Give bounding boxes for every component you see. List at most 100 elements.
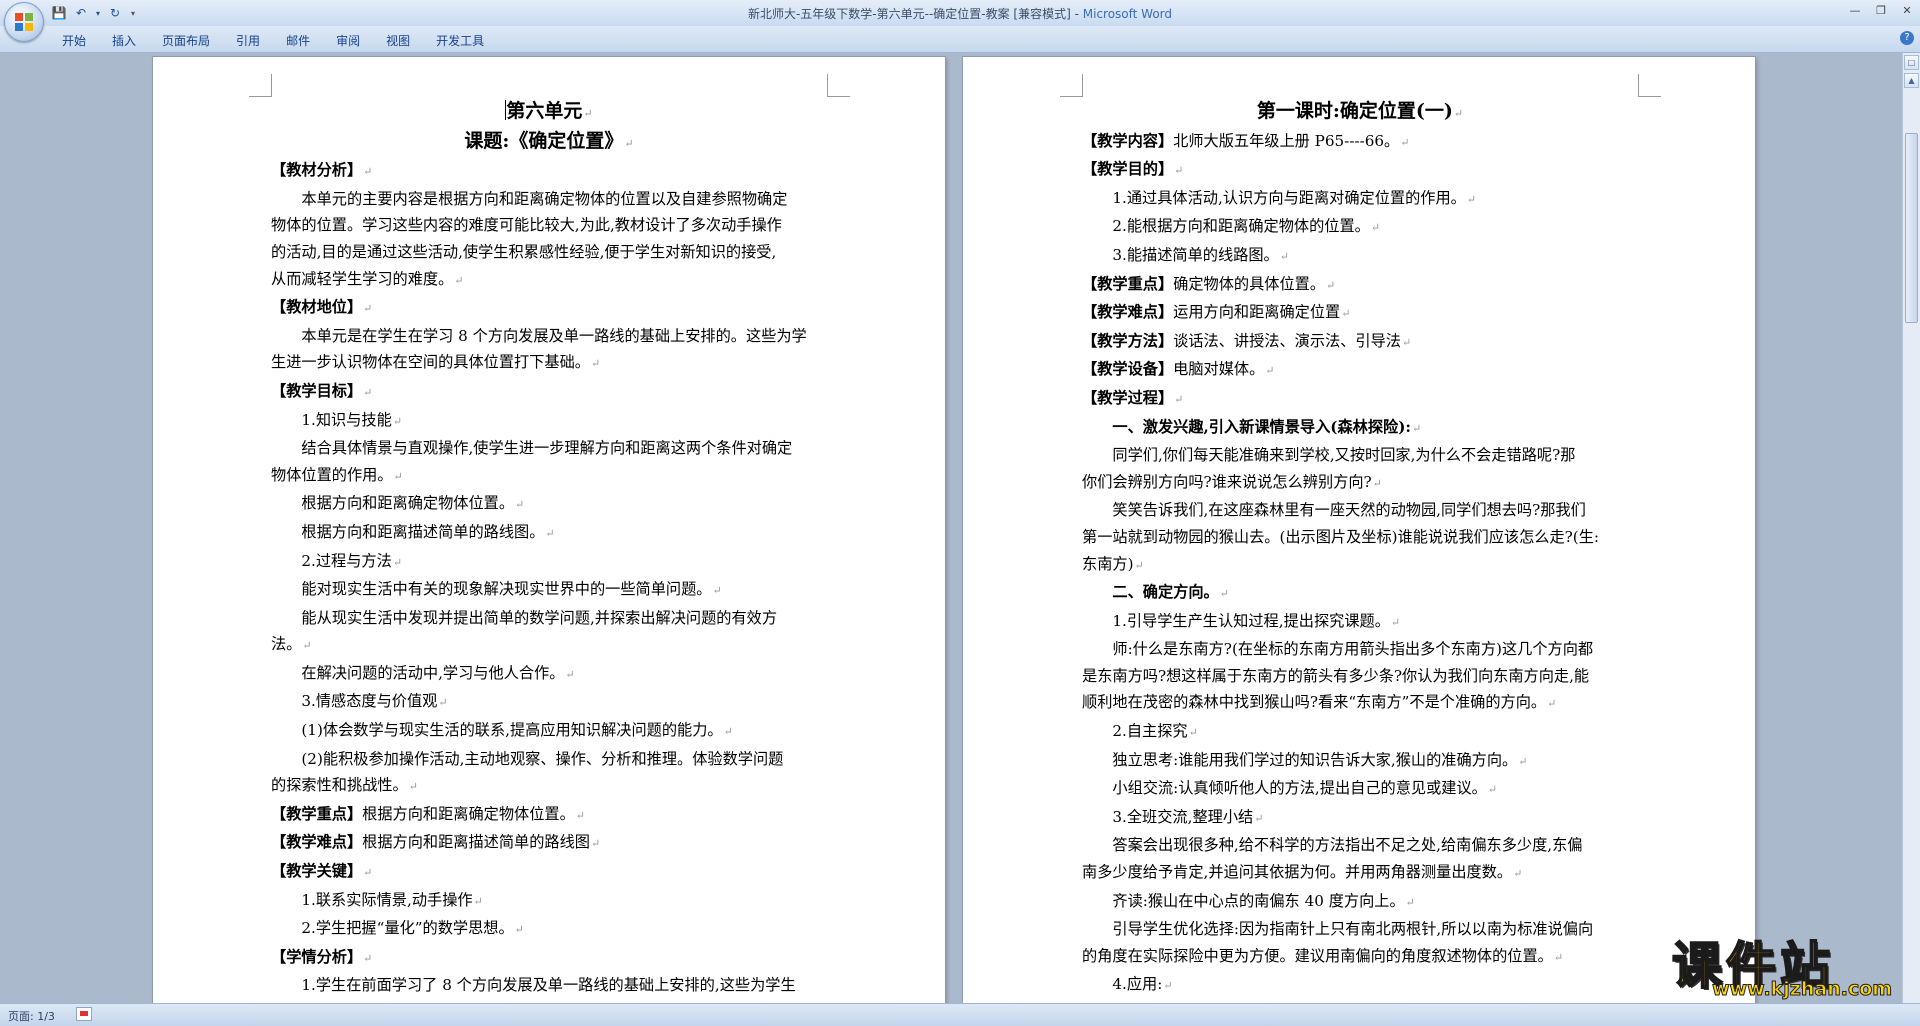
title-bar: 💾 ↶ ▾ ↻ ▾ 新北师大-五年级下数学-第六单元--确定位置-教案 [兼容模… (0, 0, 1920, 27)
line-text: 根据方向和距离确定物体位置。 (271, 494, 514, 513)
line-text: 3.情感态度与价值观 (271, 692, 438, 711)
line-text: 2.自主探究 (1082, 722, 1188, 741)
paragraph-mark: ↵ (624, 136, 634, 150)
text-line: 2.能根据方向和距离确定物体的位置。↵ (1082, 213, 1638, 242)
paragraph-mark: ↵ (1513, 867, 1523, 881)
tab-page-layout[interactable]: 页面布局 (150, 30, 224, 50)
tab-mailings[interactable]: 邮件 (274, 30, 324, 50)
paragraph-mark: ↵ (712, 584, 722, 598)
line-text: 2.学生把握“量化”的数学思想。 (271, 919, 514, 938)
line-text: 【教学重点】 (271, 804, 363, 823)
ruler-toggle-icon[interactable]: □ (1904, 55, 1919, 70)
line-text: 在解决问题的活动中,学习与他人合作。 (271, 663, 565, 682)
text-line: 一、激发兴趣,引入新课情景导入(森林探险):↵ (1082, 414, 1638, 443)
text-line: 【教学目标】↵ (271, 378, 827, 407)
line-text: 1.联系实际情景,动手操作 (271, 890, 473, 909)
paragraph-mark: ↵ (1219, 587, 1229, 601)
text-line: 物体的位置。学习这些内容的难度可能比较大,为此,教材设计了多次动手操作 (271, 212, 827, 239)
minimize-icon[interactable]: — (1842, 0, 1868, 20)
crop-mark-top-left (1060, 74, 1083, 97)
line-text: 从而减轻学生学习的难度。 (271, 269, 454, 288)
text-line: 结合具体情景与直观操作,使学生进一步理解方向和距离这两个条件对确定 (271, 435, 827, 462)
text-line: 齐读:猴山在中心点的南偏东 40 度方向上。↵ (1082, 888, 1638, 917)
text-line: 法。↵ (271, 631, 827, 660)
paragraph-mark: ↵ (723, 725, 733, 739)
crop-mark-top-right (827, 74, 850, 97)
line-text: 一、激发兴趣,引入新课情景导入(森林探险): (1082, 417, 1412, 436)
text-line: 同学们,你们每天能准确来到学校,又按时回家,为什么不会走错路呢?那 (1082, 442, 1638, 469)
text-line: 【教学设备】电脑对媒体。↵ (1082, 356, 1638, 385)
ribbon-tabs: 开始 插入 页面布局 引用 邮件 审阅 视图 开发工具 (50, 30, 498, 50)
paragraph-mark: ↵ (583, 107, 593, 120)
line-text: 1.学生在前面学习了 8 个方向发展及单一路线的基础上安排的,这些为学生 (271, 976, 796, 995)
line-text: 顺利地在茂密的森林中找到猴山吗?看来“东南方”不是个准确的方向。 (1082, 693, 1547, 712)
scroll-up-icon[interactable]: ▲ (1904, 73, 1919, 88)
text-line: (1)体会数学与现实生活的联系,提高应用知识解决问题的能力。↵ (271, 717, 827, 746)
line-text: 2.过程与方法 (271, 551, 392, 570)
line-text-rest: 确定物体的具体位置。 (1173, 274, 1325, 293)
line-text: 【教学难点】 (271, 833, 363, 852)
paragraph-mark: ↵ (363, 385, 373, 399)
paragraph-mark: ↵ (473, 894, 483, 908)
paragraph-mark: ↵ (1400, 135, 1410, 149)
tab-references[interactable]: 引用 (224, 30, 274, 50)
text-line: 在解决问题的活动中,学习与他人合作。↵ (271, 660, 827, 689)
line-text: 【教学重点】 (1082, 274, 1174, 293)
scrollbar-thumb[interactable] (1905, 133, 1918, 323)
close-icon[interactable]: ✕ (1894, 0, 1920, 20)
line-text: 物体位置的作用。 (271, 465, 393, 484)
text-line: 的活动,目的是通过这些活动,使学生积累感性经验,便于学生对新知识的接受, (271, 239, 827, 266)
text-line: 引导学生优化选择:因为指南针上只有南北两根针,所以以南为标准说偏向 (1082, 916, 1638, 943)
tab-home[interactable]: 开始 (50, 30, 100, 50)
office-button[interactable] (4, 2, 44, 42)
paragraph-mark: ↵ (590, 837, 601, 851)
line-text: 的活动,目的是通过这些活动,使学生积累感性经验,便于学生对新知识的接受, (271, 242, 777, 261)
paragraph-mark: ↵ (1265, 364, 1275, 378)
paragraph-mark: ↵ (1390, 615, 1401, 629)
text-line: 生进一步认识物体在空间的具体位置打下基础。↵ (271, 349, 827, 378)
paragraph-mark: ↵ (1163, 979, 1173, 993)
office-logo-icon (15, 13, 33, 31)
text-line: 2.学生把握“量化”的数学思想。↵ (271, 915, 827, 944)
proofing-icon[interactable] (76, 1007, 92, 1021)
paragraph-mark: ↵ (454, 273, 464, 287)
paragraph-mark: ↵ (1326, 278, 1336, 292)
paragraph-mark: ↵ (545, 526, 555, 540)
paragraph-mark: ↵ (1518, 754, 1528, 768)
text-line: 【学情分析】↵ (271, 944, 827, 973)
document-page-1[interactable]: 第六单元↵ 课题:《确定位置》↵ 【教材分析】↵ 本单元的主要内容是根据方向和距离确… (153, 57, 945, 1017)
page-2-body[interactable]: 第一课时:确定位置(一)↵ 【教学内容】北师大版五年级上册 P65----66。↵… (1082, 98, 1638, 1017)
page-1-body[interactable]: 第六单元↵ 课题:《确定位置》↵ 【教材分析】↵ 本单元的主要内容是根据方向和距离确… (271, 98, 827, 1017)
line-text: 独立思考:谁能用我们学过的知识告诉大家,猴山的准确方向。 (1082, 750, 1518, 769)
text-line: 【教学难点】运用方向和距离确定位置↵ (1082, 299, 1638, 328)
document-page-2[interactable]: 第一课时:确定位置(一)↵ 【教学内容】北师大版五年级上册 P65----66。↵… (963, 57, 1755, 1017)
line-text: 【教学内容】 (1082, 131, 1174, 150)
line-text: 笑笑告诉我们,在这座森林里有一座天然的动物园,同学们想去吗?那我们 (1082, 501, 1586, 520)
line-text: 3.能描述简单的线路图。 (1082, 245, 1279, 264)
line-text: 【教学设备】 (1082, 360, 1174, 379)
paragraph-mark: ↵ (363, 302, 373, 316)
tab-review[interactable]: 审阅 (324, 30, 374, 50)
line-text: 【教学过程】 (1082, 388, 1174, 407)
line-text: 本单元的主要内容是根据方向和距离确定物体的位置以及自建参照物确定 (271, 189, 788, 208)
paragraph-mark: ↵ (1341, 307, 1351, 321)
text-line: 顺利地在茂密的森林中找到猴山吗?看来“东南方”不是个准确的方向。↵ (1082, 689, 1638, 718)
status-bar: 页面: 1/3 (0, 1003, 1920, 1026)
tab-developer[interactable]: 开发工具 (424, 30, 498, 50)
line-text: 【教学目标】 (271, 381, 363, 400)
line-text: 2.能根据方向和距离确定物体的位置。 (1082, 217, 1370, 236)
page-indicator[interactable]: 页面: 1/3 (8, 1008, 55, 1024)
line-text: 【学情分析】 (271, 947, 363, 966)
vertical-scrollbar[interactable]: □ ▲ (1902, 53, 1920, 1003)
paragraph-mark: ↵ (1188, 726, 1198, 740)
paragraph-mark: ↵ (1466, 192, 1477, 206)
text-line: 4.应用:↵ (1082, 971, 1638, 1000)
text-line: 本单元是在学生在学习 8 个方向发展及单一路线的基础上安排的。这些为学 (271, 323, 827, 350)
help-icon[interactable]: ? (1900, 31, 1914, 45)
text-line: 【教学难点】根据方向和距离描述简单的路线图↵ (271, 829, 827, 858)
text-line: 1.知识与技能↵ (271, 407, 827, 436)
tab-insert[interactable]: 插入 (100, 30, 150, 50)
line-text: 【教材地位】 (271, 298, 363, 317)
restore-icon[interactable]: ❐ (1868, 0, 1894, 20)
tab-view[interactable]: 视图 (374, 30, 424, 50)
